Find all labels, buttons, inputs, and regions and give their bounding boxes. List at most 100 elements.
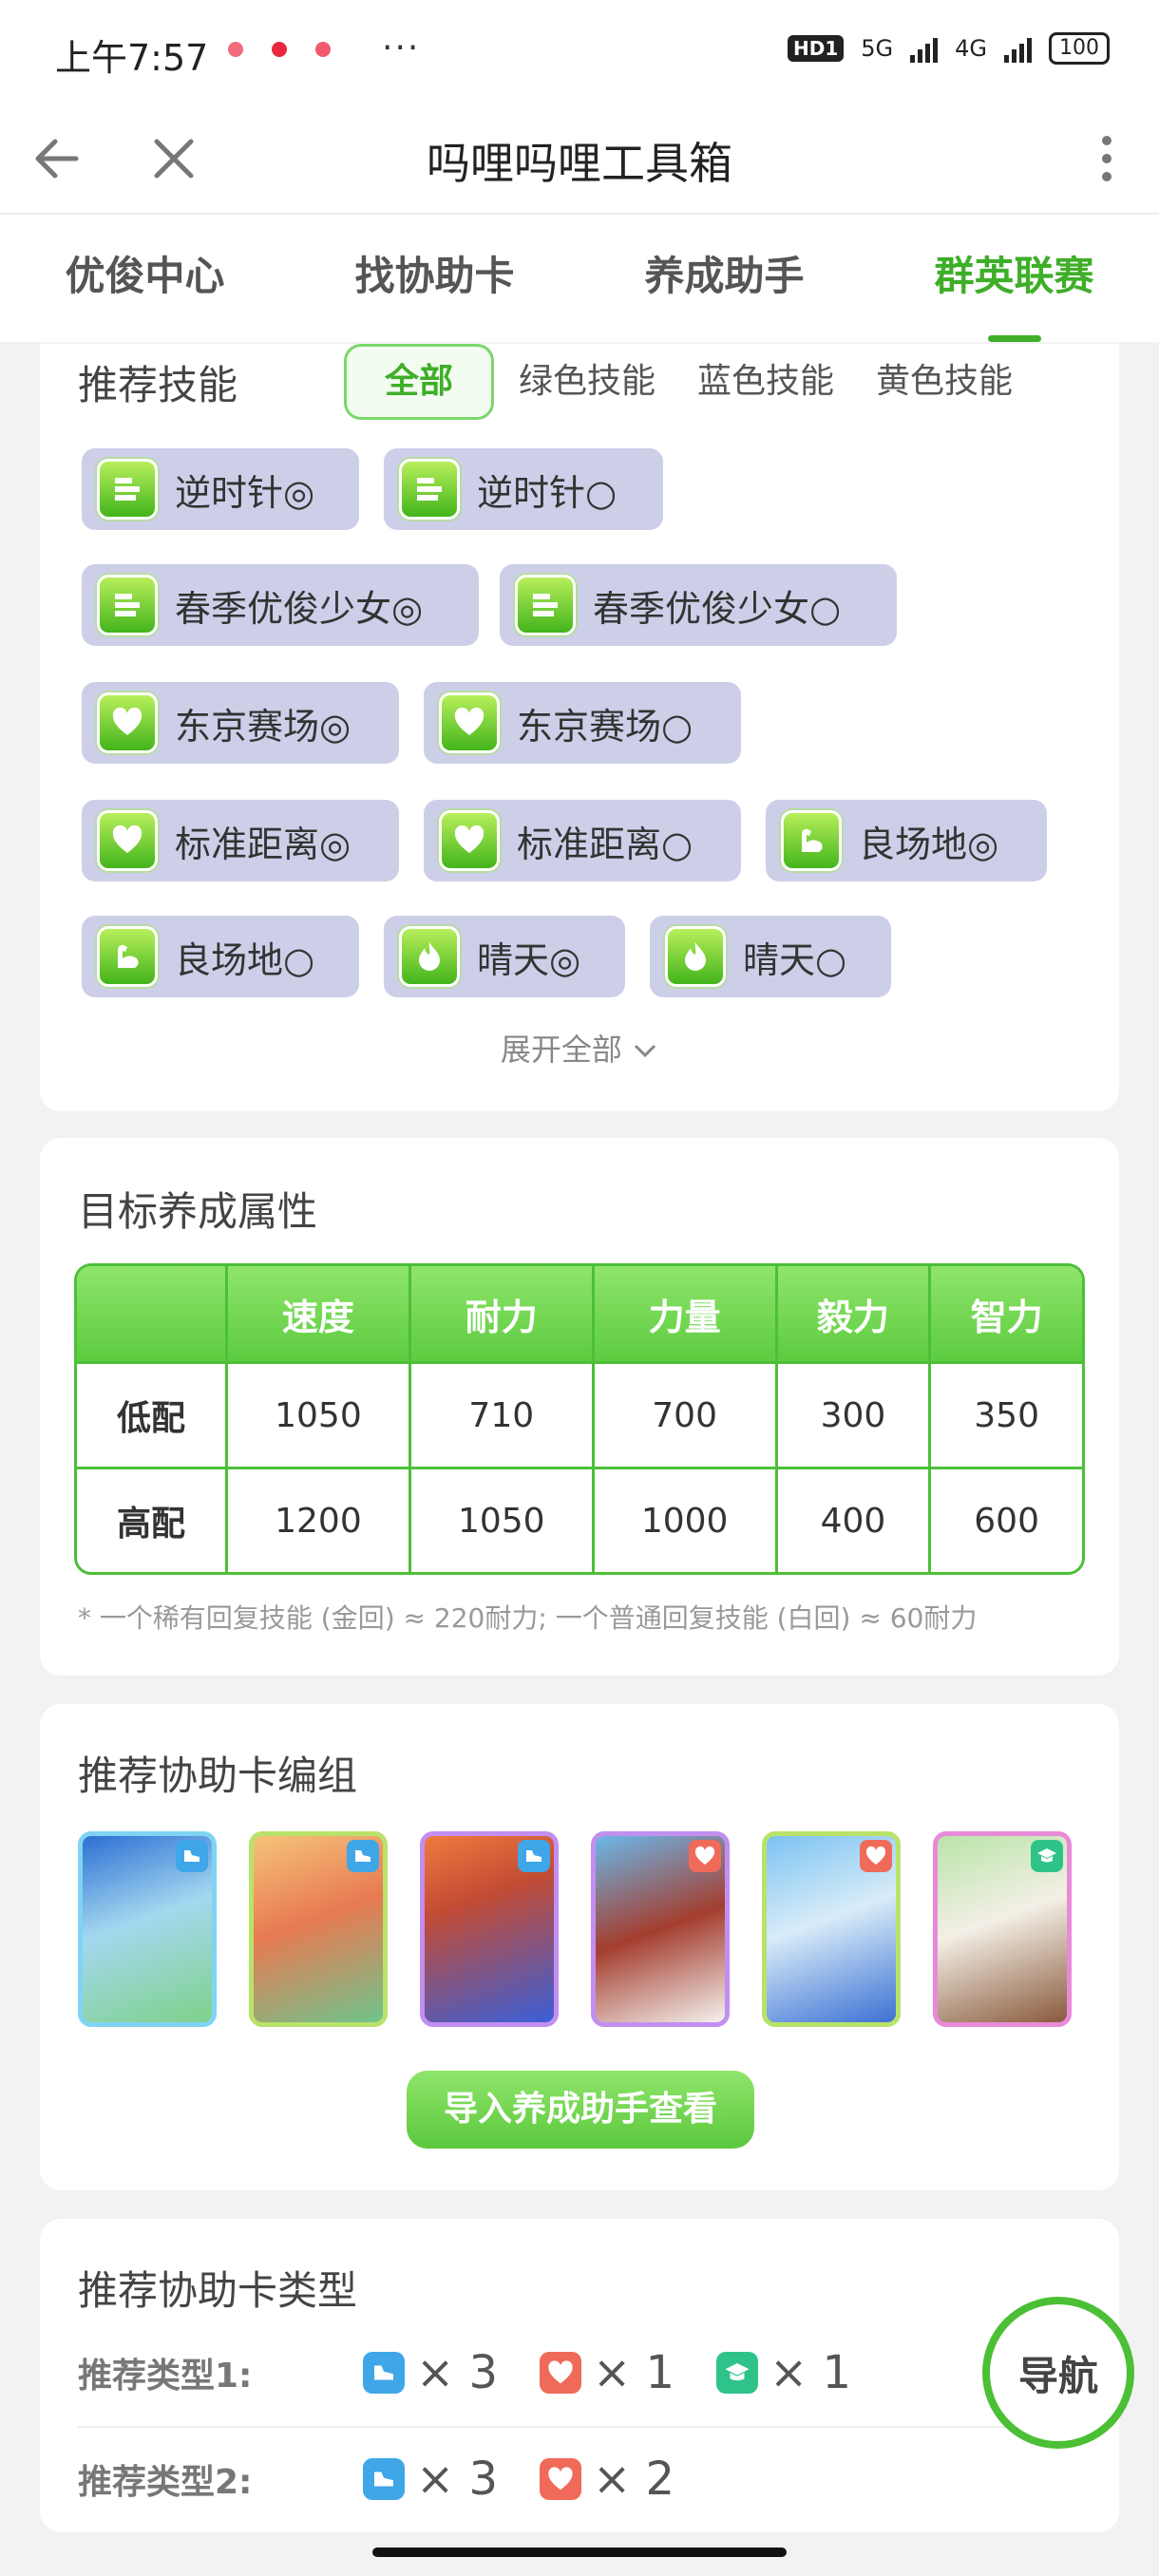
support-card[interactable]	[762, 1831, 901, 2027]
support-card[interactable]	[78, 1831, 217, 2027]
table-cell: 1050	[408, 1467, 592, 1572]
import-to-helper-button[interactable]: 导入养成助手查看	[407, 2071, 754, 2149]
nav-button[interactable]: 导航	[982, 2297, 1134, 2449]
type-count: × 3	[416, 2453, 499, 2506]
table-header: 智力	[928, 1266, 1082, 1361]
heart-icon	[540, 2458, 582, 2500]
speed-shoe-icon	[363, 2458, 405, 2500]
muscle-icon	[97, 926, 158, 987]
table-cell: 300	[774, 1361, 929, 1467]
tab-uma-center[interactable]: 优俊中心	[0, 215, 290, 342]
speed-icon	[97, 459, 158, 520]
table-cell: 350	[928, 1361, 1082, 1467]
recommended-types-card: 推荐协助卡类型 推荐类型1: × 3 × 1 × 1 推荐类型2: × 3 × …	[40, 2219, 1119, 2532]
filter-all[interactable]: 全部	[344, 344, 495, 420]
heart-icon	[439, 692, 500, 753]
filter-green[interactable]: 绿色技能	[502, 347, 673, 417]
flame-icon	[399, 926, 460, 987]
table-row: 低配 1050 710 700 300 350	[77, 1361, 1082, 1467]
hd-icon: HD1	[787, 35, 845, 62]
expand-all-label: 展开全部	[500, 1032, 622, 1068]
support-card[interactable]	[591, 1831, 730, 2027]
table-cell: 600	[928, 1467, 1082, 1572]
skill-chip[interactable]: 东京赛场◎	[82, 682, 399, 764]
heart-icon	[689, 1840, 721, 1872]
divider	[78, 2426, 1081, 2428]
notification-icons	[228, 42, 331, 57]
attributes-note: * 一个稀有回复技能 (金回) ≈ 220耐力; 一个普通回复技能 (白回) ≈…	[78, 1602, 978, 1634]
skill-filter-row: 全部 绿色技能 蓝色技能 黄色技能	[344, 344, 1037, 420]
status-indicators: HD1 5G 4G 100	[787, 32, 1110, 65]
signal-icon	[910, 34, 939, 63]
table-header: 耐力	[408, 1266, 592, 1361]
attributes-title: 目标养成属性	[78, 1188, 318, 1235]
tab-find-support[interactable]: 找协助卡	[290, 215, 580, 342]
heart-icon	[439, 810, 500, 871]
speed-shoe-icon	[518, 1840, 550, 1872]
table-header-row: 速度 耐力 力量 毅力 智力	[77, 1266, 1082, 1361]
filter-yellow[interactable]: 黄色技能	[859, 347, 1030, 417]
skill-label: 良场地○	[175, 938, 315, 981]
skill-chip[interactable]: 东京赛场○	[424, 682, 741, 764]
type-label: 推荐类型2:	[78, 2463, 253, 2502]
network-5g: 5G	[861, 35, 894, 62]
skill-chip[interactable]: 晴天○	[650, 916, 891, 997]
skill-chip[interactable]: 标准距离○	[424, 800, 741, 881]
network-4g: 4G	[955, 35, 987, 62]
support-card[interactable]	[420, 1831, 559, 2027]
type-count: × 1	[593, 2346, 675, 2399]
types-title: 推荐协助卡类型	[78, 2267, 358, 2314]
vertical-dots-icon[interactable]	[1083, 127, 1130, 190]
table-cell: 400	[774, 1467, 929, 1572]
heart-icon	[97, 810, 158, 871]
graduation-cap-icon	[1031, 1840, 1063, 1872]
skill-chip[interactable]: 逆时针◎	[82, 448, 359, 530]
type-item: × 1	[540, 2346, 674, 2399]
page-title: 吗哩吗哩工具箱	[427, 138, 732, 189]
skill-chip[interactable]: 春季优俊少女○	[500, 564, 897, 646]
speed-icon	[515, 575, 576, 635]
table-row: 高配 1200 1050 1000 400 600	[77, 1467, 1082, 1572]
status-bar: 上午7:57 ··· HD1 5G 4G 100	[0, 0, 1159, 104]
table-cell: 1000	[591, 1467, 775, 1572]
skill-chip[interactable]: 春季优俊少女◎	[82, 564, 479, 646]
signal-icon	[1004, 34, 1032, 63]
filter-blue[interactable]: 蓝色技能	[680, 347, 851, 417]
table-cell: 700	[591, 1361, 775, 1467]
speed-icon	[97, 575, 158, 635]
type-item: × 3	[363, 2453, 498, 2506]
recommended-skills-card: 推荐技能 全部 绿色技能 蓝色技能 黄色技能 逆时针◎ 逆时针○ 春季优俊少女◎…	[40, 344, 1119, 1111]
skill-label: 晴天○	[743, 938, 847, 981]
chevron-down-icon	[632, 1032, 658, 1068]
type-item: × 3	[363, 2346, 498, 2399]
expand-all-link[interactable]: 展开全部	[40, 1026, 1119, 1070]
main-tabs: 优俊中心 找协助卡 养成助手 群英联赛	[0, 215, 1159, 342]
tab-league[interactable]: 群英联赛	[869, 215, 1159, 342]
flame-icon	[665, 926, 726, 987]
skill-label: 逆时针◎	[175, 471, 315, 514]
type-item: × 2	[540, 2453, 674, 2506]
skill-chip[interactable]: 晴天◎	[384, 916, 625, 997]
table-cell: 1200	[225, 1467, 408, 1572]
table-header: 毅力	[774, 1266, 929, 1361]
table-header: 速度	[225, 1266, 408, 1361]
skill-chip[interactable]: 逆时针○	[384, 448, 663, 530]
target-attributes-card: 目标养成属性 速度 耐力 力量 毅力 智力 低配 1050 710 700 30…	[40, 1138, 1119, 1676]
table-cell: 710	[408, 1361, 592, 1467]
skill-chip[interactable]: 标准距离◎	[82, 800, 399, 881]
support-card[interactable]	[933, 1831, 1072, 2027]
skill-chip[interactable]: 良场地○	[82, 916, 359, 997]
type-count: × 1	[770, 2346, 852, 2399]
home-indicator[interactable]	[372, 2548, 787, 2557]
support-card[interactable]	[249, 1831, 388, 2027]
table-cell: 低配	[77, 1361, 225, 1467]
deck-title: 推荐协助卡编组	[78, 1752, 358, 1799]
tab-training-helper[interactable]: 养成助手	[580, 215, 869, 342]
battery-icon: 100	[1049, 32, 1110, 65]
table-cell: 1050	[225, 1361, 408, 1467]
heart-icon	[540, 2352, 582, 2394]
table-header: 力量	[591, 1266, 775, 1361]
speed-shoe-icon	[347, 1840, 379, 1872]
skill-label: 春季优俊少女○	[593, 587, 842, 630]
skill-chip[interactable]: 良场地◎	[766, 800, 1047, 881]
